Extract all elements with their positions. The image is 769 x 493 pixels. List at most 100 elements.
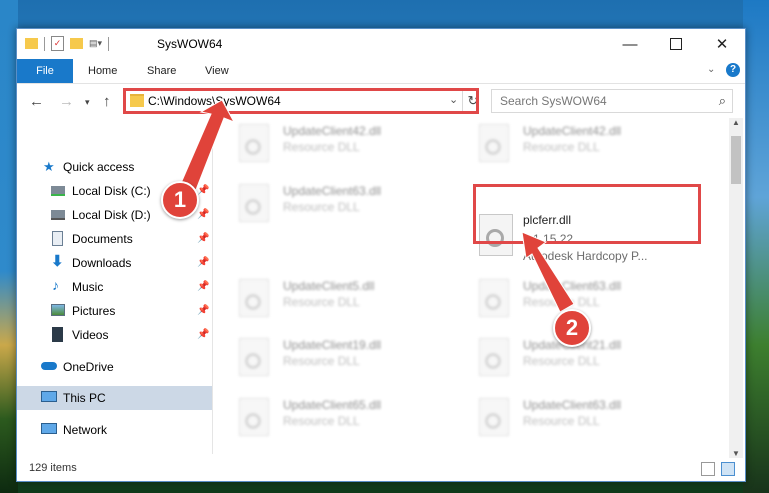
- file-name: UpdateClient65.dll: [283, 398, 382, 412]
- file-name: UpdateClient63.dll: [523, 279, 622, 293]
- window-title: SysWOW64: [157, 37, 223, 51]
- nav-item-label: Quick access: [63, 160, 135, 174]
- dll-file-icon: [239, 279, 269, 317]
- details-view-icon[interactable]: [701, 462, 715, 476]
- nav-item-network[interactable]: Network: [17, 418, 212, 442]
- nav-item-label: OneDrive: [63, 360, 114, 374]
- back-button[interactable]: ←: [29, 93, 44, 110]
- help-icon[interactable]: ?: [726, 63, 740, 77]
- nav-item-label: Documents: [72, 232, 133, 246]
- computer-icon: [41, 391, 57, 402]
- file-item[interactable]: UpdateClient42.dll Resource DLL: [213, 118, 433, 170]
- status-bar: 129 items: [17, 459, 745, 481]
- ribbon: File Home Share View ⌄ ?: [17, 59, 745, 84]
- pin-icon: 📌: [197, 329, 210, 340]
- minimize-icon: —: [622, 35, 638, 53]
- close-icon: ✕: [715, 36, 729, 53]
- file-description: Resource DLL: [523, 295, 600, 309]
- nav-item-this-pc[interactable]: This PC: [17, 386, 212, 410]
- maximize-button[interactable]: [653, 29, 699, 59]
- file-name: UpdateClient63.dll: [523, 398, 622, 412]
- navigation-pane: ★ Quick access Local Disk (C:) 📌 Local D…: [17, 118, 212, 458]
- nav-item-label: Local Disk (C:): [72, 184, 151, 198]
- file-description: Autodesk Hardcopy P...: [523, 249, 648, 263]
- file-name: UpdateClient63.dll: [283, 184, 382, 198]
- file-name: UpdateClient5.dll: [283, 279, 375, 293]
- file-item[interactable]: UpdateClient63.dll Resource DLL: [453, 392, 673, 444]
- file-description: Resource DLL: [523, 354, 600, 368]
- file-item[interactable]: UpdateClient5.dll Resource DLL: [213, 273, 433, 325]
- properties-icon[interactable]: ✓: [51, 36, 64, 51]
- quick-access-toolbar: ✓ ▤▾: [25, 36, 110, 51]
- dll-file-icon: [239, 398, 269, 436]
- tab-home[interactable]: Home: [88, 59, 117, 83]
- nav-item-label: Music: [72, 280, 104, 294]
- nav-item-label: Pictures: [72, 304, 116, 318]
- up-button[interactable]: ↑: [103, 93, 111, 110]
- recent-locations-chevron-icon[interactable]: ▾: [85, 97, 90, 108]
- pin-icon: 📌: [197, 209, 210, 220]
- file-item[interactable]: UpdateClient19.dll Resource DLL: [213, 332, 433, 384]
- nav-item-documents[interactable]: Documents 📌: [17, 227, 212, 251]
- search-placeholder: Search SysWOW64: [500, 94, 607, 108]
- file-highlight: [473, 184, 701, 244]
- pin-icon: 📌: [197, 305, 210, 316]
- dll-file-icon: [479, 124, 509, 162]
- explorer-window: ✓ ▤▾ SysWOW64 — ✕ File Home Share View ⌄…: [16, 28, 746, 482]
- forward-button[interactable]: →: [59, 93, 74, 110]
- dll-file-icon: [479, 398, 509, 436]
- nav-item-videos[interactable]: Videos 📌: [17, 323, 212, 347]
- nav-item-label: Videos: [72, 328, 109, 342]
- search-icon: ⌕: [718, 93, 726, 108]
- nav-item-downloads[interactable]: ⬇ Downloads 📌: [17, 251, 212, 275]
- file-description: Resource DLL: [283, 140, 360, 154]
- nav-item-label: Downloads: [72, 256, 132, 270]
- file-item[interactable]: UpdateClient42.dll Resource DLL: [453, 118, 673, 170]
- step-badge-2: 2: [553, 309, 591, 347]
- large-icons-view-icon[interactable]: [721, 462, 735, 476]
- file-description: Resource DLL: [523, 414, 600, 428]
- toolbar-divider: [44, 36, 45, 51]
- tab-file[interactable]: File: [17, 59, 73, 83]
- file-name: UpdateClient19.dll: [283, 338, 382, 352]
- nav-item-onedrive[interactable]: OneDrive: [17, 355, 212, 379]
- scrollbar-thumb[interactable]: [731, 136, 741, 184]
- documents-icon: [52, 231, 63, 246]
- search-input[interactable]: Search SysWOW64 ⌕: [491, 89, 733, 113]
- cloud-icon: [41, 362, 57, 370]
- dll-file-icon: [239, 184, 269, 222]
- address-bar-highlight: [123, 88, 479, 114]
- star-icon: ★: [43, 159, 55, 174]
- scroll-down-icon[interactable]: ▼: [732, 449, 740, 458]
- nav-item-music[interactable]: ♪ Music 📌: [17, 275, 212, 299]
- download-icon: ⬇: [51, 253, 64, 270]
- customize-toolbar-icon[interactable]: ▤▾: [89, 38, 102, 49]
- toolbar-divider: [108, 36, 110, 51]
- file-item[interactable]: UpdateClient63.dll Resource DLL: [213, 178, 433, 230]
- file-description: Resource DLL: [283, 354, 360, 368]
- dll-file-icon: [479, 338, 509, 376]
- videos-icon: [52, 327, 63, 342]
- dll-file-icon: [239, 338, 269, 376]
- pin-icon: 📌: [197, 185, 210, 196]
- file-item[interactable]: UpdateClient65.dll Resource DLL: [213, 392, 433, 444]
- new-folder-icon[interactable]: [70, 38, 83, 49]
- nav-item-pictures[interactable]: Pictures 📌: [17, 299, 212, 323]
- expand-ribbon-icon[interactable]: ⌄: [707, 64, 715, 75]
- dll-file-icon: [479, 279, 509, 317]
- drive-icon: [51, 186, 65, 196]
- minimize-button[interactable]: —: [607, 29, 653, 59]
- scroll-up-icon[interactable]: ▲: [732, 118, 740, 127]
- tab-share[interactable]: Share: [147, 59, 176, 83]
- item-count: 129 items: [29, 462, 77, 474]
- vertical-scrollbar[interactable]: ▲ ▼: [729, 118, 743, 458]
- dll-file-icon: [239, 124, 269, 162]
- close-button[interactable]: ✕: [699, 29, 745, 59]
- title-bar: ✓ ▤▾ SysWOW64 — ✕: [17, 29, 745, 59]
- nav-item-quick-access[interactable]: ★ Quick access: [17, 155, 212, 179]
- pin-icon: 📌: [197, 281, 210, 292]
- pictures-icon: [51, 304, 65, 316]
- file-description: Resource DLL: [283, 295, 360, 309]
- tab-view[interactable]: View: [205, 59, 229, 83]
- nav-item-label: Network: [63, 423, 108, 437]
